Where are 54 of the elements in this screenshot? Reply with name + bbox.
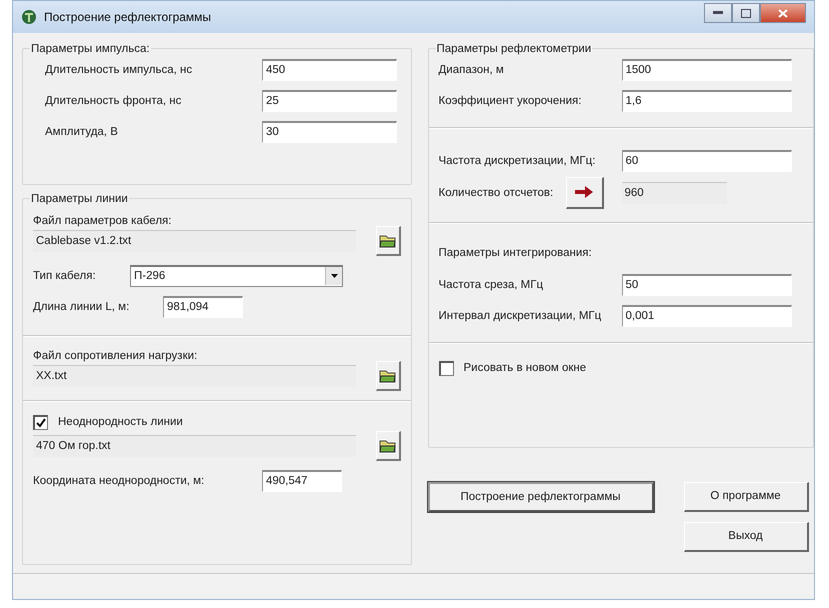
- checkbox[interactable]: [33, 414, 48, 430]
- file-path-field: Cablebase v1.2.txt: [33, 230, 356, 252]
- calculate-button[interactable]: [566, 176, 604, 209]
- checkbox[interactable]: [438, 360, 454, 376]
- open-file-button[interactable]: [376, 360, 400, 391]
- field-label: Тип кабеля:: [33, 270, 97, 282]
- file-path-field: XX.txt: [33, 364, 356, 387]
- input-field[interactable]: 0,001: [622, 304, 792, 327]
- action-button[interactable]: О программе: [684, 482, 808, 512]
- group-title: Параметры линии: [30, 192, 129, 205]
- cable-type-dropdown[interactable]: П-296: [130, 264, 343, 287]
- sample-count-value: 960: [622, 182, 726, 204]
- field-label: Длительность фронта, нс: [45, 94, 182, 107]
- checkbox-label: Неоднородность линии: [58, 416, 183, 428]
- field-label: Файл сопротивления нагрузки:: [33, 350, 198, 362]
- file-path-field: 470 Ом гор.txt: [33, 434, 356, 457]
- close-icon: [778, 8, 788, 18]
- minimize-button[interactable]: [704, 3, 732, 23]
- field-label: Файл параметров кабеля:: [33, 214, 172, 227]
- section-label: Параметры интегрирования:: [438, 246, 593, 259]
- field-label: Частота среза, МГц: [438, 278, 544, 291]
- field-label: Диапазон, м: [438, 64, 505, 76]
- field-label: Длительность импульса, нс: [45, 64, 194, 76]
- input-field[interactable]: 450: [262, 58, 397, 81]
- field-label: Интервал дискретизации, МГц: [438, 310, 602, 322]
- group-title: Параметры рефлектометрии: [436, 42, 592, 55]
- action-button[interactable]: Выход: [684, 522, 808, 552]
- input-field[interactable]: 60: [622, 150, 792, 172]
- maximize-icon: [741, 8, 751, 18]
- input-field[interactable]: 30: [262, 120, 397, 143]
- arrow-right-icon: [575, 186, 593, 198]
- input-field[interactable]: 981,094: [163, 296, 243, 318]
- input-field[interactable]: 1,6: [622, 90, 792, 112]
- open-file-button[interactable]: [376, 226, 400, 256]
- checkbox-label: Рисовать в новом окне: [464, 362, 586, 374]
- group-title: Параметры импульса:: [30, 42, 151, 55]
- field-label: Количество отсчетов:: [438, 186, 554, 199]
- input-field[interactable]: 1500: [622, 58, 792, 81]
- input-field[interactable]: 50: [622, 274, 792, 296]
- field-label: Коэффициент укорочения:: [438, 94, 582, 107]
- field-label: Амплитуда, В: [45, 126, 119, 138]
- dropdown-arrow-icon: [330, 274, 338, 278]
- open-file-button[interactable]: [376, 430, 400, 461]
- action-button[interactable]: Построение рефлектограммы: [428, 482, 654, 512]
- minimize-icon: [713, 11, 723, 15]
- close-button[interactable]: [760, 3, 806, 23]
- input-field[interactable]: 25: [262, 90, 397, 112]
- field-label: Длина линии L, м:: [33, 300, 130, 313]
- field-label: Частота дискретизации, МГц:: [438, 154, 596, 167]
- input-field[interactable]: 490,547: [262, 470, 342, 492]
- app-icon: [21, 8, 37, 25]
- window-title: Построение рефлектограммы: [44, 10, 212, 24]
- maximize-button[interactable]: [732, 3, 760, 23]
- field-label: Координата неоднородности, м:: [33, 474, 206, 487]
